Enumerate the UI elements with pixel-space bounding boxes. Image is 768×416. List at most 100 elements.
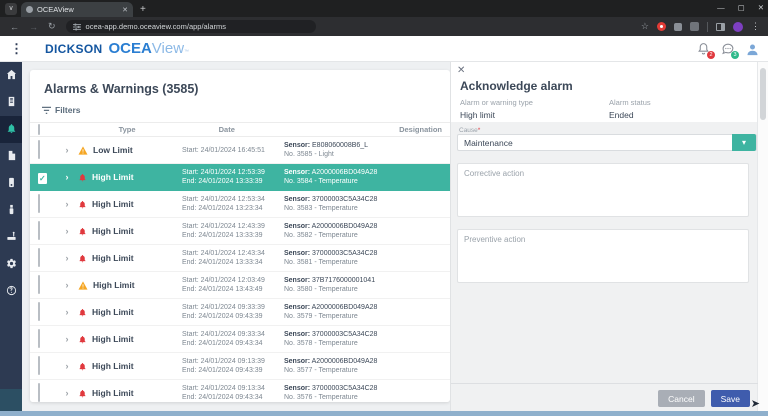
expand-row-chevron-icon[interactable]: › — [56, 226, 78, 236]
panel-scrollbar[interactable] — [757, 62, 768, 416]
reload-icon[interactable]: ↻ — [48, 21, 56, 32]
row-checkbox[interactable] — [38, 221, 40, 240]
column-type[interactable]: Type — [77, 125, 178, 134]
expand-row-chevron-icon[interactable]: › — [56, 361, 78, 371]
cause-select[interactable]: Maintenance ▾ — [457, 134, 757, 151]
sidebar-item-dataloggers[interactable] — [0, 89, 22, 116]
datalogger-icon — [6, 94, 17, 112]
profile-avatar-icon[interactable] — [733, 21, 743, 32]
alarm-start-date: Start: 24/01/2024 16:45:51 — [182, 146, 265, 154]
tab-title: OCEAView — [37, 5, 74, 14]
address-bar[interactable]: ocea-app.demo.oceaview.com/app/alarms — [65, 20, 316, 33]
sidebar-item-home[interactable] — [0, 62, 22, 89]
new-tab-button[interactable]: + — [140, 4, 146, 15]
alarm-start-date: Start: 24/01/2024 12:03:49 — [182, 277, 265, 284]
forward-arrow-icon[interactable]: → — [29, 22, 38, 32]
row-checkbox[interactable] — [38, 194, 40, 213]
sidebar-item-gateways[interactable] — [0, 224, 22, 251]
side-panel-icon[interactable] — [716, 22, 725, 31]
preventive-action-input[interactable] — [457, 229, 749, 283]
tab-favicon-icon — [26, 6, 33, 13]
window-maximize-button[interactable]: ▢ — [738, 3, 745, 12]
table-row[interactable]: › High Limit Start: 24/01/2024 12:43:34 … — [30, 245, 450, 272]
select-all-checkbox[interactable] — [38, 124, 40, 135]
close-icon[interactable]: ✕ — [457, 65, 465, 76]
alarm-start-date: Start: 24/01/2024 09:33:39 — [182, 304, 265, 311]
expand-row-chevron-icon[interactable]: › — [56, 334, 78, 344]
extensions-puzzle-icon[interactable] — [690, 22, 699, 31]
tab-close-icon[interactable]: ✕ — [122, 6, 128, 14]
brand-dickson: DICKSON — [45, 42, 103, 56]
browser-menu-icon[interactable]: ⋮ — [751, 21, 760, 32]
sidebar-item-reports[interactable] — [0, 143, 22, 170]
record-indicator-icon[interactable] — [657, 22, 666, 31]
expand-row-chevron-icon[interactable]: › — [56, 253, 78, 263]
row-checkbox[interactable] — [38, 383, 40, 402]
device-icon — [6, 175, 17, 193]
expand-row-chevron-icon[interactable]: › — [56, 145, 78, 155]
row-checkbox[interactable]: ✓ — [38, 173, 47, 184]
chevron-down-icon[interactable]: ▾ — [732, 134, 756, 151]
corrective-action-input[interactable] — [457, 163, 749, 217]
alarm-bell-icon — [79, 389, 86, 397]
row-checkbox[interactable] — [38, 248, 40, 267]
expand-row-chevron-icon[interactable]: › — [56, 388, 78, 398]
sensor-prefix: Sensor: — [284, 385, 311, 392]
site-settings-icon[interactable] — [72, 22, 81, 31]
window-minimize-button[interactable]: — — [717, 3, 725, 12]
alarm-status-value: Ended — [609, 110, 634, 120]
table-row[interactable]: › Low Limit Start: 24/01/2024 16:45:51 S… — [30, 137, 450, 164]
row-checkbox[interactable] — [38, 275, 40, 294]
row-checkbox[interactable] — [38, 356, 40, 375]
sidebar-item-sensors[interactable] — [0, 197, 22, 224]
table-row[interactable]: › High Limit Start: 24/01/2024 09:13:34 … — [30, 380, 450, 402]
user-avatar-icon[interactable] — [745, 42, 760, 57]
column-date[interactable]: Date — [177, 125, 276, 134]
url-text: ocea-app.demo.oceaview.com/app/alarms — [85, 22, 227, 31]
table-row[interactable]: › High Limit Start: 24/01/2024 12:53:34 … — [30, 191, 450, 218]
row-checkbox[interactable] — [38, 329, 40, 348]
bookmark-star-icon[interactable]: ☆ — [641, 21, 649, 32]
extension-icon[interactable] — [674, 22, 682, 31]
expand-row-chevron-icon[interactable]: › — [56, 172, 78, 182]
expand-row-chevron-icon[interactable]: › — [56, 280, 78, 290]
save-button[interactable]: Save — [710, 390, 750, 407]
column-designation[interactable]: Designation — [399, 125, 450, 134]
cancel-button[interactable]: Cancel — [658, 390, 705, 407]
table-row[interactable]: › High Limit Start: 24/01/2024 09:13:39 … — [30, 353, 450, 380]
alarm-type-label: High Limit — [92, 361, 134, 371]
table-row[interactable]: › High Limit Start: 24/01/2024 09:33:39 … — [30, 299, 450, 326]
app-menu-kebab-icon[interactable]: ⋮ — [10, 41, 23, 57]
alarm-start-date: Start: 24/01/2024 09:13:39 — [182, 358, 265, 365]
sensor-id: E808060008B6_L — [312, 142, 369, 149]
window-close-button[interactable]: ✕ — [758, 3, 764, 12]
expand-row-chevron-icon[interactable]: › — [56, 307, 78, 317]
table-row[interactable]: › High Limit Start: 24/01/2024 09:33:34 … — [30, 326, 450, 353]
table-row[interactable]: ✓ › High Limit Start: 24/01/2024 12:53:3… — [30, 164, 450, 191]
browser-tab[interactable]: OCEAView ✕ — [21, 2, 133, 17]
notifications-bell-icon[interactable]: 2 — [697, 42, 715, 59]
sidebar-item-settings[interactable] — [0, 251, 22, 278]
sidebar-item-devices[interactable] — [0, 170, 22, 197]
table-row[interactable]: › High Limit Start: 24/01/2024 12:43:39 … — [30, 218, 450, 245]
tab-search-button[interactable]: ∨ — [5, 3, 17, 15]
help-icon — [6, 283, 17, 301]
back-arrow-icon[interactable]: ← — [10, 22, 19, 32]
alarm-start-date: Start: 24/01/2024 12:53:39 — [182, 169, 265, 176]
oceaview-logo: DICKSON OCEA View ™ — [45, 40, 189, 57]
filters-button[interactable]: Filters — [42, 105, 450, 115]
sidebar-item-help[interactable] — [0, 278, 22, 305]
alarm-bell-icon — [79, 254, 86, 262]
alarm-end-date: End: 24/01/2024 13:33:39 — [182, 232, 263, 239]
sidebar-item-alarms[interactable] — [0, 116, 22, 143]
alarm-number: No. 3585 - Light — [284, 151, 334, 158]
table-header: Type Date Designation — [30, 122, 450, 137]
expand-row-chevron-icon[interactable]: › — [56, 199, 78, 209]
alarm-type-label: High Limit — [92, 334, 134, 344]
table-row[interactable]: › High Limit Start: 24/01/2024 12:03:49 … — [30, 272, 450, 299]
row-checkbox[interactable] — [38, 140, 40, 159]
messages-chat-icon[interactable]: 3 — [721, 42, 739, 59]
alarm-bell-icon — [79, 173, 86, 181]
row-checkbox[interactable] — [38, 302, 40, 321]
sensor-id: 37000003C5A34C28 — [312, 196, 378, 203]
